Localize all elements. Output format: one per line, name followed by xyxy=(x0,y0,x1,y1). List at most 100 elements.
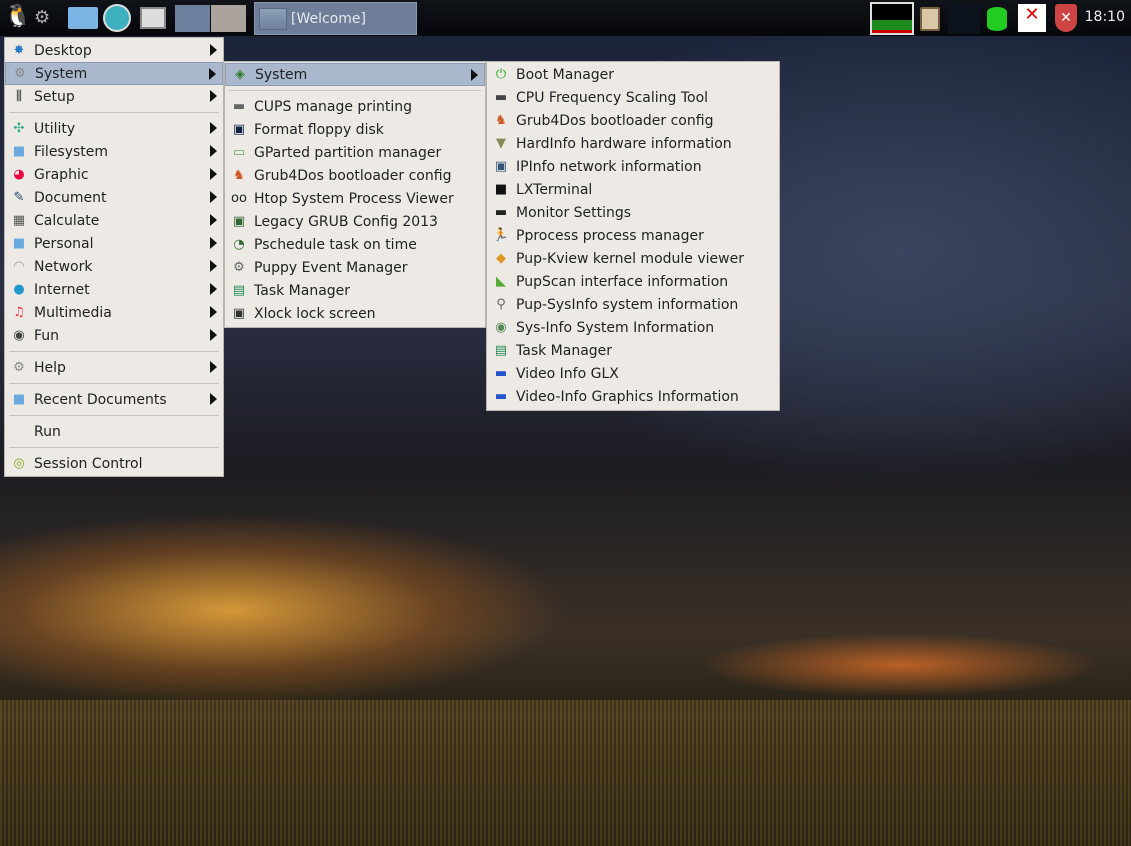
menu-item-graphic[interactable]: ◕ Graphic xyxy=(5,163,223,186)
menu-item-setup[interactable]: ⫼ Setup xyxy=(5,85,223,108)
browser-compass-icon[interactable] xyxy=(103,4,131,32)
menu-item-filesystem[interactable]: ■ Filesystem xyxy=(5,140,223,163)
music-icon: ♫ xyxy=(13,305,25,320)
main-menu: ✸ Desktop ⚙ System ⫼ Setup ✣ Utility ■ Filesy… xyxy=(4,37,224,477)
runner-icon: 🏃 xyxy=(492,228,510,243)
submenu-arrow-icon xyxy=(210,168,217,180)
menu-item-session-control[interactable]: ◎ Session Control xyxy=(5,452,223,475)
menu-item-ipinfo[interactable]: ▣ IPInfo network information xyxy=(487,155,779,178)
menu-item-desktop[interactable]: ✸ Desktop xyxy=(5,39,223,62)
menu-item-pprocess[interactable]: 🏃 Pprocess process manager xyxy=(487,224,779,247)
menu-item-xlock[interactable]: ▣ Xlock lock screen xyxy=(225,302,485,325)
menu-item-video-info-glx[interactable]: ▬ Video Info GLX xyxy=(487,362,779,385)
menu-item-cpu-freq[interactable]: ▬ CPU Frequency Scaling Tool xyxy=(487,86,779,109)
globe-icon: ● xyxy=(13,282,25,297)
folder-icon: ■ xyxy=(12,144,26,159)
task-manager-icon: ▤ xyxy=(494,343,508,358)
submenu-arrow-icon xyxy=(471,69,478,81)
firewall-shield-icon[interactable]: ✕ xyxy=(1055,4,1077,32)
submenu-arrow-icon xyxy=(210,214,217,226)
menu-item-run[interactable]: Run xyxy=(5,420,223,443)
label: Puppy Event Manager xyxy=(254,259,408,276)
menu-item-recent-documents[interactable]: ■ Recent Documents xyxy=(5,388,223,411)
menu-item-pupscan[interactable]: ◣ PupScan interface information xyxy=(487,270,779,293)
monitor-icon: ▬ xyxy=(494,205,508,220)
menu-item-help[interactable]: ⚙ Help xyxy=(5,356,223,379)
window-button-welcome[interactable]: [Welcome] xyxy=(254,2,417,35)
blank-icon xyxy=(10,424,28,440)
label: Format floppy disk xyxy=(254,121,384,138)
label: Pprocess process manager xyxy=(516,227,704,244)
puppy-menu-icon[interactable]: 🐧 xyxy=(4,4,32,32)
windows-icon[interactable] xyxy=(140,7,166,29)
label: GParted partition manager xyxy=(254,144,442,161)
menu-item-system-sub[interactable]: ◈ System xyxy=(225,63,485,86)
menu-item-cups[interactable]: ▬ CUPS manage printing xyxy=(225,95,485,118)
menu-item-legacy-grub[interactable]: ▣ Legacy GRUB Config 2013 xyxy=(225,210,485,233)
menu-item-boot-manager[interactable]: ⏻ Boot Manager xyxy=(487,63,779,86)
menu-item-system[interactable]: ⚙ System xyxy=(5,62,223,85)
menu-item-grub4dos-2[interactable]: ♞ Grub4Dos bootloader config xyxy=(487,109,779,132)
menu-item-hardinfo[interactable]: ▼ HardInfo hardware information xyxy=(487,132,779,155)
label: Calculate xyxy=(34,212,100,229)
separator xyxy=(5,443,223,452)
floppy-icon: ▣ xyxy=(232,122,246,137)
taskbar: 🐧 ⚙ [Welcome] ✕ ✕ 18:10 xyxy=(0,0,1131,36)
lock-screen-icon: ▣ xyxy=(232,306,246,321)
terminal-icon: ■ xyxy=(494,182,508,197)
drive-icon[interactable] xyxy=(987,7,1007,31)
menu-item-gparted[interactable]: ▭ GParted partition manager xyxy=(225,141,485,164)
menu-item-video-info-graphics[interactable]: ▬ Video-Info Graphics Information xyxy=(487,385,779,408)
menu-item-pup-kview[interactable]: ◆ Pup-Kview kernel module viewer xyxy=(487,247,779,270)
menu-item-htop[interactable]: oo Htop System Process Viewer xyxy=(225,187,485,210)
menu-item-personal[interactable]: ■ Personal xyxy=(5,232,223,255)
label: Boot Manager xyxy=(516,66,615,83)
recent-folder-icon: ■ xyxy=(12,392,26,407)
menu-item-utility[interactable]: ✣ Utility xyxy=(5,117,223,140)
menu-item-grub4dos[interactable]: ♞ Grub4Dos bootloader config xyxy=(225,164,485,187)
home-folder-icon[interactable] xyxy=(68,7,98,29)
menu-item-calculate[interactable]: ▦ Calculate xyxy=(5,209,223,232)
menu-item-format-floppy[interactable]: ▣ Format floppy disk xyxy=(225,118,485,141)
cpu-monitor[interactable] xyxy=(870,2,914,35)
eyes-icon: oo xyxy=(231,191,247,206)
submenu-arrow-icon xyxy=(210,393,217,405)
label: Grub4Dos bootloader config xyxy=(254,167,452,184)
document-icon: ✎ xyxy=(13,190,25,205)
menu-item-task-manager[interactable]: ▤ Task Manager xyxy=(225,279,485,302)
label: Video-Info Graphics Information xyxy=(516,388,739,405)
display-icon: ▬ xyxy=(494,389,508,404)
label: PupScan interface information xyxy=(516,273,729,290)
menu-item-network[interactable]: ◠ Network xyxy=(5,255,223,278)
menu-item-multimedia[interactable]: ♫ Multimedia xyxy=(5,301,223,324)
label: Grub4Dos bootloader config xyxy=(516,112,714,129)
system-menu: ◈ System ▬ CUPS manage printing ▣ Format fl… xyxy=(224,61,486,328)
network-disconnected-icon[interactable]: ✕ xyxy=(1018,4,1046,32)
workspace-1[interactable] xyxy=(175,5,210,32)
label: Video Info GLX xyxy=(516,365,619,382)
label: Graphic xyxy=(34,166,89,183)
menu-item-document[interactable]: ✎ Document xyxy=(5,186,223,209)
separator xyxy=(5,108,223,117)
sliders-icon: ⫼ xyxy=(16,89,22,104)
label: Document xyxy=(34,189,107,206)
menu-item-internet[interactable]: ● Internet xyxy=(5,278,223,301)
menu-item-fun[interactable]: ◉ Fun xyxy=(5,324,223,347)
menu-item-pschedule[interactable]: ◔ Pschedule task on time xyxy=(225,233,485,256)
label: Recent Documents xyxy=(34,391,167,408)
session-icon: ◎ xyxy=(13,456,25,471)
network-monitor[interactable] xyxy=(948,3,980,34)
menu-item-lxterminal[interactable]: ■ LXTerminal xyxy=(487,178,779,201)
menu-item-sys-info[interactable]: ◉ Sys-Info System Information xyxy=(487,316,779,339)
gamepad-icon: ◉ xyxy=(13,328,25,343)
menu-item-monitor-settings[interactable]: ▬ Monitor Settings xyxy=(487,201,779,224)
label: Personal xyxy=(34,235,94,252)
system-submenu: ⏻ Boot Manager ▬ CPU Frequency Scaling Too… xyxy=(486,61,780,411)
workspace-2[interactable] xyxy=(211,5,246,32)
menu-item-task-manager-2[interactable]: ▤ Task Manager xyxy=(487,339,779,362)
menu-item-event-manager[interactable]: ⚙ Puppy Event Manager xyxy=(225,256,485,279)
clipboard-icon[interactable] xyxy=(920,7,940,31)
tools-icon[interactable]: ⚙ xyxy=(34,4,64,32)
menu-item-pup-sysinfo[interactable]: ⚲ Pup-SysInfo system information xyxy=(487,293,779,316)
submenu-arrow-icon xyxy=(210,44,217,56)
